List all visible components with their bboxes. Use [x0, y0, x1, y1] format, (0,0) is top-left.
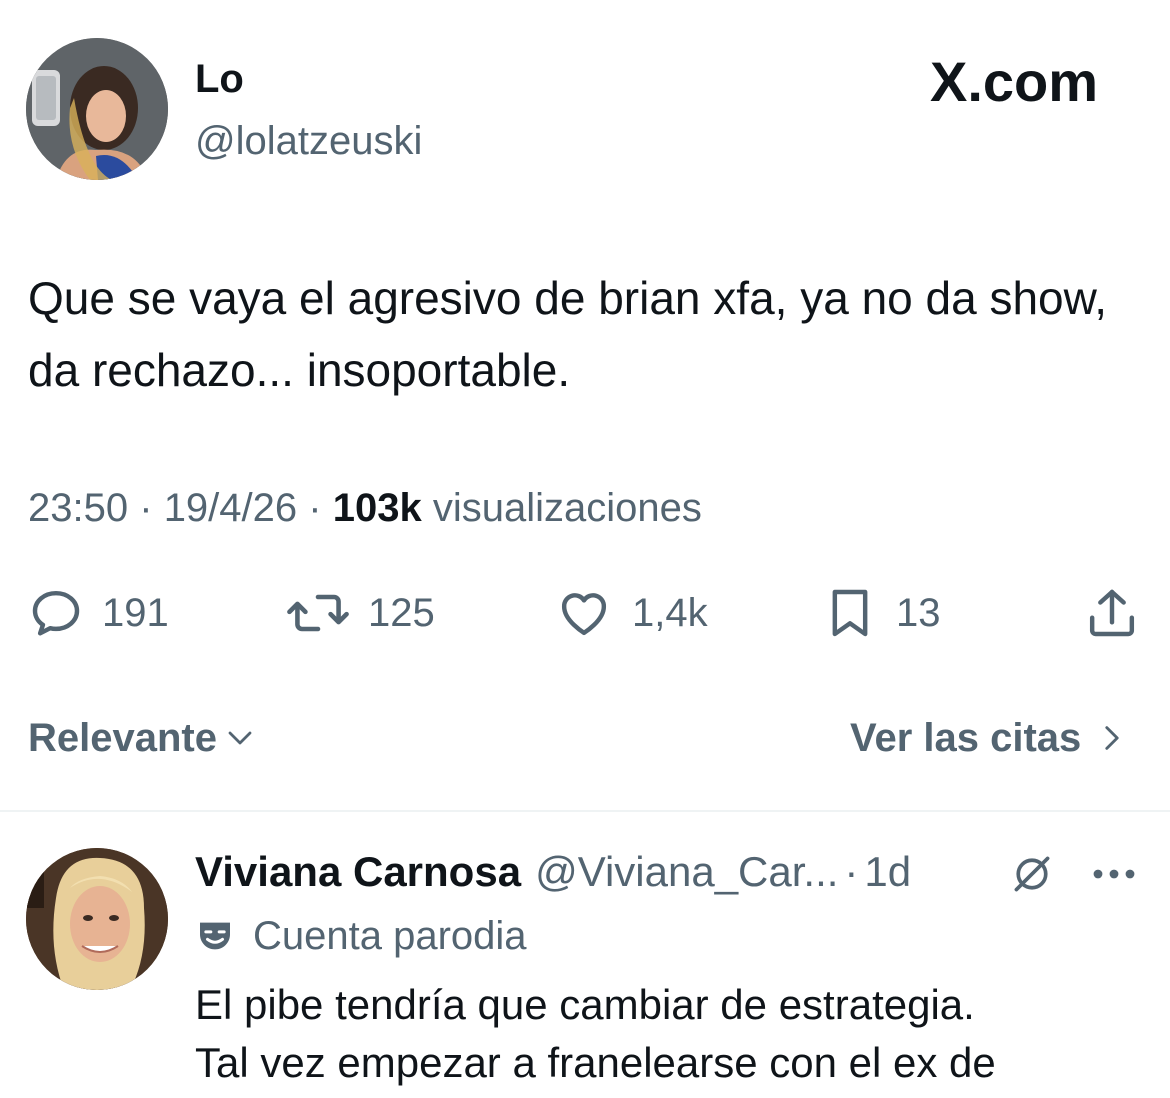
share-button[interactable] — [1084, 585, 1140, 641]
tweet-text: Que se vaya el agresivo de brian xfa, ya… — [28, 272, 1108, 396]
theater-mask-icon — [200, 922, 230, 950]
repost-icon — [287, 594, 349, 632]
bookmark-icon — [832, 589, 868, 637]
chevron-right-icon — [1105, 726, 1119, 750]
bookmark-button[interactable]: 13 — [822, 585, 941, 641]
grok-icon — [1014, 856, 1050, 892]
reply-separator: · — [844, 848, 859, 895]
like-button[interactable]: 1,4k — [554, 585, 708, 641]
sort-dropdown[interactable]: Relevante — [28, 712, 255, 764]
parody-badge: Cuenta parodia — [195, 910, 527, 962]
divider — [0, 810, 1170, 812]
share-icon — [1089, 589, 1135, 637]
view-quotes-link[interactable]: Ver las citas — [850, 712, 1125, 764]
reply-text: El pibe tendría que cambiar de estrategi… — [195, 976, 1155, 1092]
author-handle[interactable]: @lolatzeuski — [195, 116, 422, 166]
more-options-button[interactable] — [1090, 852, 1138, 901]
reply-button[interactable]: 191 — [28, 585, 169, 641]
views-label: visualizaciones — [432, 486, 702, 530]
reply-time[interactable]: 1d — [864, 846, 911, 898]
tweet-meta: 23:50 · 19/4/26 · 103k visualizaciones — [28, 482, 702, 534]
reply-avatar[interactable] — [26, 848, 168, 990]
more-dots-icon — [1093, 869, 1135, 879]
quotes-label: Ver las citas — [850, 716, 1082, 760]
reply-avatar-photo — [26, 848, 168, 990]
repost-button[interactable]: 125 — [286, 585, 435, 641]
tweet-date[interactable]: 19/4/26 — [164, 486, 297, 530]
sort-label: Relevante — [28, 716, 217, 760]
heart-icon — [561, 593, 607, 636]
author-name[interactable]: Lo — [195, 54, 244, 104]
meta-separator: · — [308, 486, 322, 530]
repost-count: 125 — [368, 590, 435, 635]
author-avatar[interactable] — [26, 38, 168, 180]
views-count: 103k — [332, 486, 422, 530]
avatar-photo — [26, 38, 168, 180]
chevron-down-icon — [228, 731, 252, 745]
reply-text-line: El pibe tendría que cambiar de estrategi… — [195, 981, 975, 1028]
reply-author-name[interactable]: Viviana Carnosa — [195, 846, 521, 898]
parody-label: Cuenta parodia — [253, 914, 527, 958]
meta-separator: · — [139, 486, 153, 530]
reply-icon — [32, 590, 80, 636]
reply-count: 191 — [102, 590, 169, 635]
brand-logo: X.com — [930, 50, 1099, 113]
reply-text-line: Tal vez empezar a franelearse con el ex … — [195, 1039, 996, 1086]
grok-button[interactable] — [1010, 852, 1054, 901]
reply-header: Viviana Carnosa @Viviana_Car... · 1d — [195, 846, 911, 898]
tweet-time[interactable]: 23:50 — [28, 486, 128, 530]
reply-author-handle[interactable]: @Viviana_Car... — [535, 846, 838, 898]
like-count: 1,4k — [632, 590, 708, 635]
bookmark-count: 13 — [896, 590, 941, 635]
